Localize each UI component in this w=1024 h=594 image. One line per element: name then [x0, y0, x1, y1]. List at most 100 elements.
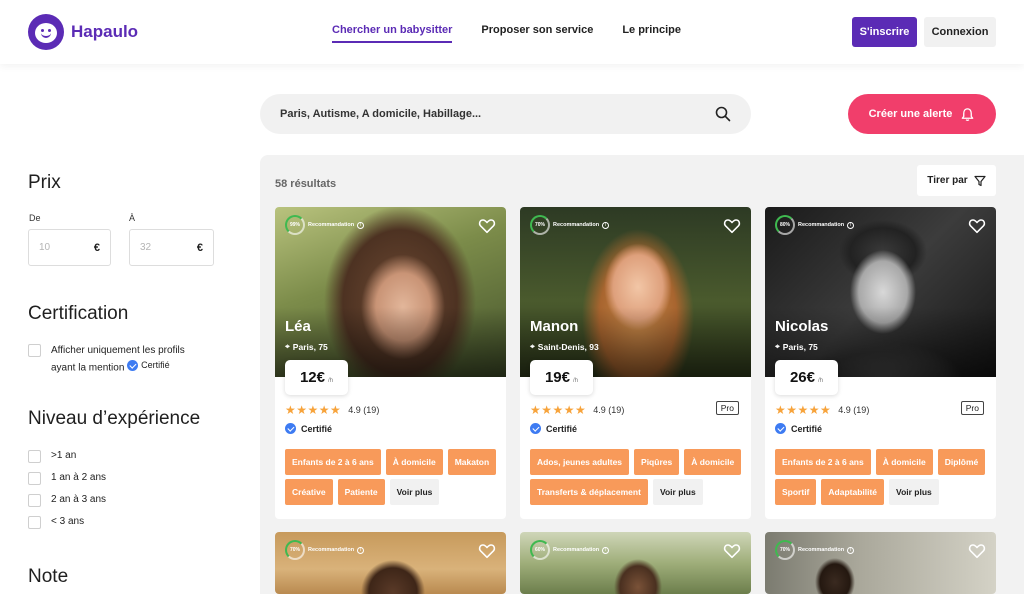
- top-header: Hapaulo Chercher un babysitter Proposer …: [0, 0, 1024, 64]
- info-icon[interactable]: i: [602, 546, 610, 554]
- sort-label: Tirer par: [927, 175, 968, 186]
- skill-tag[interactable]: Enfants de 2 à 6 ans: [775, 449, 871, 475]
- recommendation-badge: 70% Recommandation i: [775, 540, 855, 560]
- recommendation-badge: 70% Recommandation i: [530, 215, 610, 235]
- profile-card[interactable]: 80% Recommandation i Nicolas ⌖ Paris, 75 …: [765, 207, 996, 519]
- star-rating-icon: ★★★★★: [530, 403, 587, 417]
- rating: ★★★★★ 4.9 (19): [775, 403, 870, 417]
- price-to-input[interactable]: 32 €: [129, 229, 214, 266]
- filter-icon: [974, 175, 986, 186]
- skill-tag[interactable]: Transferts & déplacement: [530, 479, 648, 505]
- skill-tag[interactable]: Piqûres: [634, 449, 680, 475]
- skill-tag[interactable]: À domicile: [385, 449, 443, 475]
- search-input[interactable]: [280, 108, 700, 120]
- profile-location: ⌖ Paris, 75: [775, 341, 818, 352]
- price-from-label: De: [29, 213, 41, 223]
- profile-location: ⌖ Saint-Denis, 93: [530, 341, 599, 352]
- info-icon[interactable]: i: [602, 221, 610, 229]
- certified-badge-icon: [285, 423, 296, 434]
- see-more-button[interactable]: Voir plus: [389, 479, 440, 505]
- experience-checkbox-2[interactable]: [28, 472, 41, 485]
- price-from-placeholder: 10: [39, 242, 51, 253]
- price-to-label: À: [129, 213, 136, 223]
- create-alert-button[interactable]: Créer une alerte: [848, 94, 996, 134]
- login-button[interactable]: Connexion: [924, 17, 996, 47]
- profile-card[interactable]: 99% Recommandation i Léa ⌖ Paris, 75 12€ /…: [275, 207, 506, 519]
- nav-offer-service[interactable]: Proposer son service: [481, 24, 593, 43]
- skill-tag[interactable]: À domicile: [875, 449, 933, 475]
- recommendation-ring: 99%: [285, 215, 305, 235]
- info-icon[interactable]: i: [357, 546, 365, 554]
- favorite-heart-icon[interactable]: [723, 217, 741, 235]
- profile-name: Nicolas: [775, 318, 829, 335]
- see-more-button[interactable]: Voir plus: [652, 479, 703, 505]
- price-to-placeholder: 32: [140, 242, 152, 253]
- certified-badge-icon: [127, 359, 139, 371]
- pro-badge: Pro: [715, 401, 739, 415]
- experience-option-1: >1 an: [51, 450, 77, 461]
- recommendation-ring: 80%: [775, 215, 795, 235]
- recommendation-badge: 99% Recommandation i: [285, 215, 365, 235]
- experience-checkbox-4[interactable]: [28, 516, 41, 529]
- skill-tag[interactable]: Makaton: [447, 449, 497, 475]
- profile-card[interactable]: 60% Recommandation i: [520, 532, 751, 594]
- nav-find-babysitter[interactable]: Chercher un babysitter: [332, 24, 453, 43]
- certified-label: Certifié: [530, 423, 577, 434]
- favorite-heart-icon[interactable]: [478, 217, 496, 235]
- profile-location: ⌖ Paris, 75: [285, 341, 328, 352]
- create-alert-label: Créer une alerte: [868, 108, 953, 120]
- certified-label: Certifié: [285, 423, 332, 434]
- favorite-heart-icon[interactable]: [478, 542, 496, 560]
- certified-only-label: Afficher uniquement les profils ayant la…: [51, 345, 185, 374]
- skill-tag[interactable]: Ados, jeunes adultes: [530, 449, 630, 475]
- signup-button[interactable]: S'inscrire: [852, 17, 917, 47]
- skill-tag[interactable]: Créative: [285, 479, 333, 505]
- note-filter-title: Note: [28, 566, 69, 587]
- profile-name: Manon: [530, 318, 579, 335]
- experience-option-2: 1 an à 2 ans: [51, 472, 107, 483]
- price-tag: 19€/h: [530, 360, 593, 395]
- experience-filter-title: Niveau d’expérience: [28, 408, 201, 429]
- sort-button[interactable]: Tirer par: [917, 165, 996, 196]
- info-icon[interactable]: i: [847, 546, 855, 554]
- skill-tag[interactable]: Adaptabilité: [821, 479, 885, 505]
- favorite-heart-icon[interactable]: [968, 542, 986, 560]
- profile-card[interactable]: 70% Recommandation i: [275, 532, 506, 594]
- skill-tag[interactable]: À domicile: [684, 449, 742, 475]
- price-tag: 12€/h: [285, 360, 348, 395]
- experience-checkbox-3[interactable]: [28, 494, 41, 507]
- location-pin-icon: ⌖: [285, 341, 290, 351]
- recommendation-badge: 70% Recommandation i: [285, 540, 365, 560]
- favorite-heart-icon[interactable]: [723, 542, 741, 560]
- rating: ★★★★★ 4.9 (19): [285, 403, 380, 417]
- profile-card[interactable]: 70% Recommandation i Manon ⌖ Saint-Denis,…: [520, 207, 751, 519]
- certified-only-checkbox[interactable]: [28, 344, 41, 357]
- price-from-input[interactable]: 10 €: [28, 229, 111, 266]
- brand-name: Hapaulo: [71, 22, 139, 41]
- experience-checkbox-1[interactable]: [28, 450, 41, 463]
- location-pin-icon: ⌖: [775, 341, 780, 351]
- rating: ★★★★★ 4.9 (19): [530, 403, 625, 417]
- recommendation-ring: 70%: [775, 540, 795, 560]
- skill-tag[interactable]: Patiente: [337, 479, 385, 505]
- recommendation-ring: 70%: [285, 540, 305, 560]
- logo[interactable]: Hapaulo: [28, 14, 138, 50]
- search-icon[interactable]: [715, 106, 731, 122]
- bell-icon: [962, 107, 974, 121]
- certified-badge-icon: [775, 423, 786, 434]
- info-icon[interactable]: i: [847, 221, 855, 229]
- favorite-heart-icon[interactable]: [968, 217, 986, 235]
- skill-tag[interactable]: Enfants de 2 à 6 ans: [285, 449, 381, 475]
- logo-icon: [28, 14, 64, 50]
- results-panel: 58 résultats Tirer par 99% Recommandatio…: [260, 155, 1024, 594]
- skill-tags: Enfants de 2 à 6 ans À domicile Diplômé …: [775, 449, 990, 505]
- profile-card[interactable]: 70% Recommandation i: [765, 532, 996, 594]
- see-more-button[interactable]: Voir plus: [889, 479, 939, 505]
- nav-principle[interactable]: Le principe: [622, 24, 681, 43]
- skill-tag[interactable]: Sportif: [775, 479, 817, 505]
- price-filter-title: Prix: [28, 172, 61, 193]
- skill-tags: Enfants de 2 à 6 ans À domicile Makaton …: [285, 449, 500, 505]
- info-icon[interactable]: i: [357, 221, 365, 229]
- skill-tag[interactable]: Diplômé: [937, 449, 986, 475]
- main-nav: Chercher un babysitter Proposer son serv…: [332, 24, 681, 43]
